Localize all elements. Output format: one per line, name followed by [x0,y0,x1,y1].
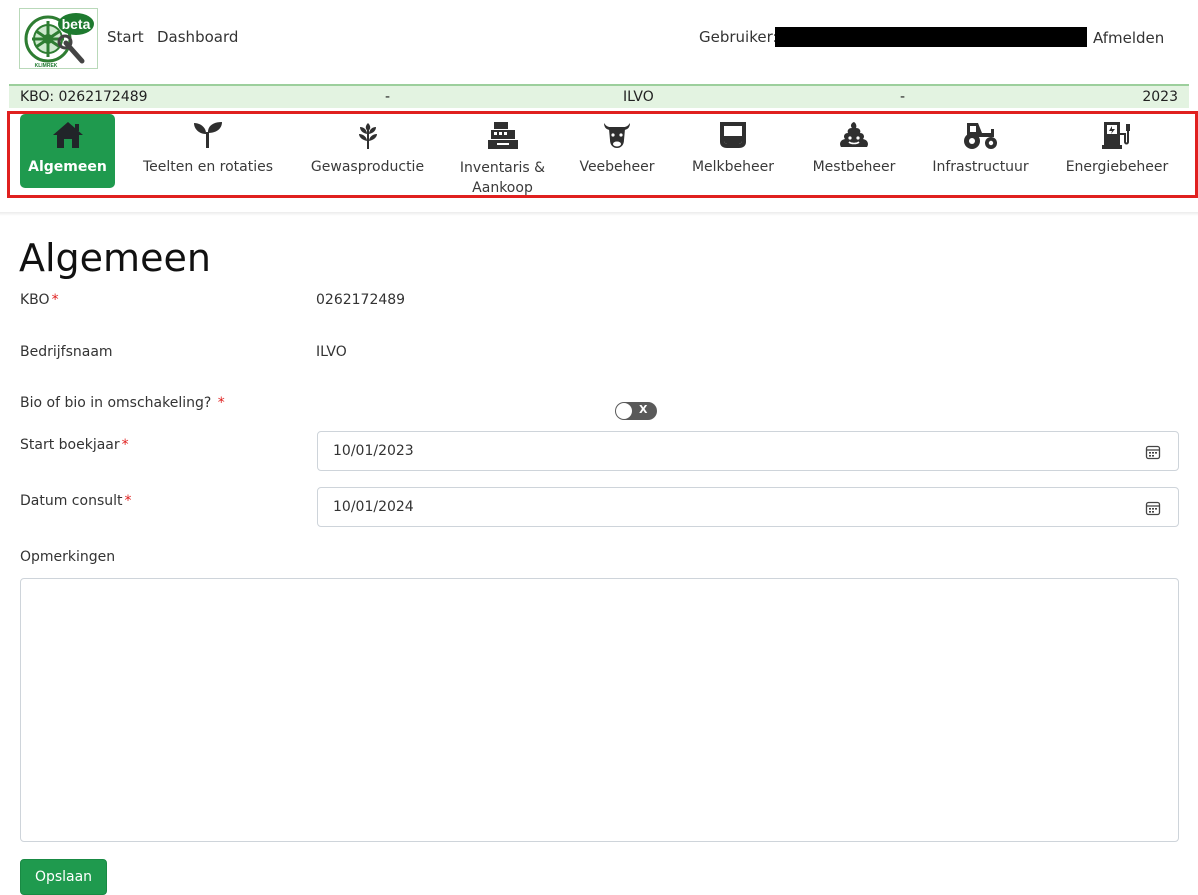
required-marker: * [124,493,132,509]
opmerkingen-textarea[interactable] [20,578,1179,842]
tab-label: Mestbeheer [812,159,896,175]
tab-teelten-en-rotaties[interactable]: Teelten en rotaties [134,114,282,188]
required-marker: * [217,395,225,411]
tab-mestbeheer[interactable]: Mestbeheer [804,114,904,188]
datum-consult-label: Datum consult * [20,493,132,509]
infobar-company: ILVO [623,89,654,105]
infobar-separator: - [900,89,906,105]
charging-station-icon [1102,122,1130,149]
bio-label: Bio of bio in omschakeling? * [20,395,225,411]
redacted-username [775,27,1087,47]
bio-label-text: Bio of bio in omschakeling? [20,395,212,411]
opmerkingen-label: Opmerkingen [20,549,116,565]
tab-label: Infrastructuur [932,159,1029,175]
tabs-divider [0,212,1198,216]
company-label: Bedrijfsnaam [20,344,113,360]
tab-melkbeheer[interactable]: Melkbeheer [684,114,782,188]
page-title: Algemeen [19,236,211,280]
tab-label: Melkbeheer [691,159,775,175]
nav-dashboard-link[interactable]: Dashboard [157,28,238,46]
tab-inventaris-aankoop[interactable]: Inventaris & Aankoop [455,114,550,202]
manure-icon [840,122,868,147]
required-marker: * [121,437,129,453]
milk-glass-icon [720,122,746,148]
start-boekjaar-input[interactable] [317,431,1179,471]
kbo-label-text: KBO [20,292,50,308]
app-logo[interactable]: beta KLIMREK [19,8,98,69]
kbo-value: 0262172489 [316,292,406,308]
toggle-knob [616,403,632,419]
consult-label-text: Datum consult [20,493,123,509]
sprout-icon [194,122,222,148]
infobar-year: 2023 [1142,89,1178,105]
tab-algemeen[interactable]: Algemeen [20,114,115,188]
wheat-icon [358,123,377,149]
start-boekjaar-label: Start boekjaar * [20,437,129,453]
home-icon [52,122,83,148]
logo-badge: beta [62,16,91,32]
logout-link[interactable]: Afmelden [1093,29,1164,47]
top-header: beta KLIMREK Start Dashboard Gebruiker: … [0,0,1198,84]
cow-icon [604,123,630,148]
logo-caption: KLIMREK [35,63,58,69]
datum-consult-input[interactable] [317,487,1179,527]
infobar-kbo: KBO: 0262172489 [20,89,148,105]
toggle-off-icon: X [639,403,648,416]
user-label: Gebruiker: [699,28,778,46]
nav-start-link[interactable]: Start [107,28,144,46]
tab-gewasproductie[interactable]: Gewasproductie [301,114,434,188]
tab-label: Veebeheer [579,159,655,175]
tab-energiebeheer[interactable]: Energiebeheer [1058,114,1176,188]
calendar-icon[interactable] [1145,444,1161,460]
tab-label: Inventaris & Aankoop [459,160,546,196]
logo-graphic: beta KLIMREK [24,13,94,69]
required-marker: * [51,292,59,308]
calendar-icon[interactable] [1145,500,1161,516]
infobar-separator: - [385,89,391,105]
bio-toggle[interactable]: X [615,402,657,420]
tab-label: Gewasproductie [310,159,425,175]
tractor-icon [963,123,997,149]
company-value: ILVO [316,344,347,360]
tab-label: Algemeen [28,159,107,175]
cash-register-icon [487,122,518,149]
tab-label: Energiebeheer [1065,159,1169,175]
save-button[interactable]: Opslaan [20,859,107,895]
context-infobar: KBO: 0262172489 - ILVO - 2023 [9,84,1189,108]
kbo-label: KBO * [20,292,59,308]
tab-label: Teelten en rotaties [142,159,274,175]
tab-infrastructuur[interactable]: Infrastructuur [925,114,1036,188]
start-label-text: Start boekjaar [20,437,120,453]
tab-veebeheer[interactable]: Veebeheer [572,114,662,188]
